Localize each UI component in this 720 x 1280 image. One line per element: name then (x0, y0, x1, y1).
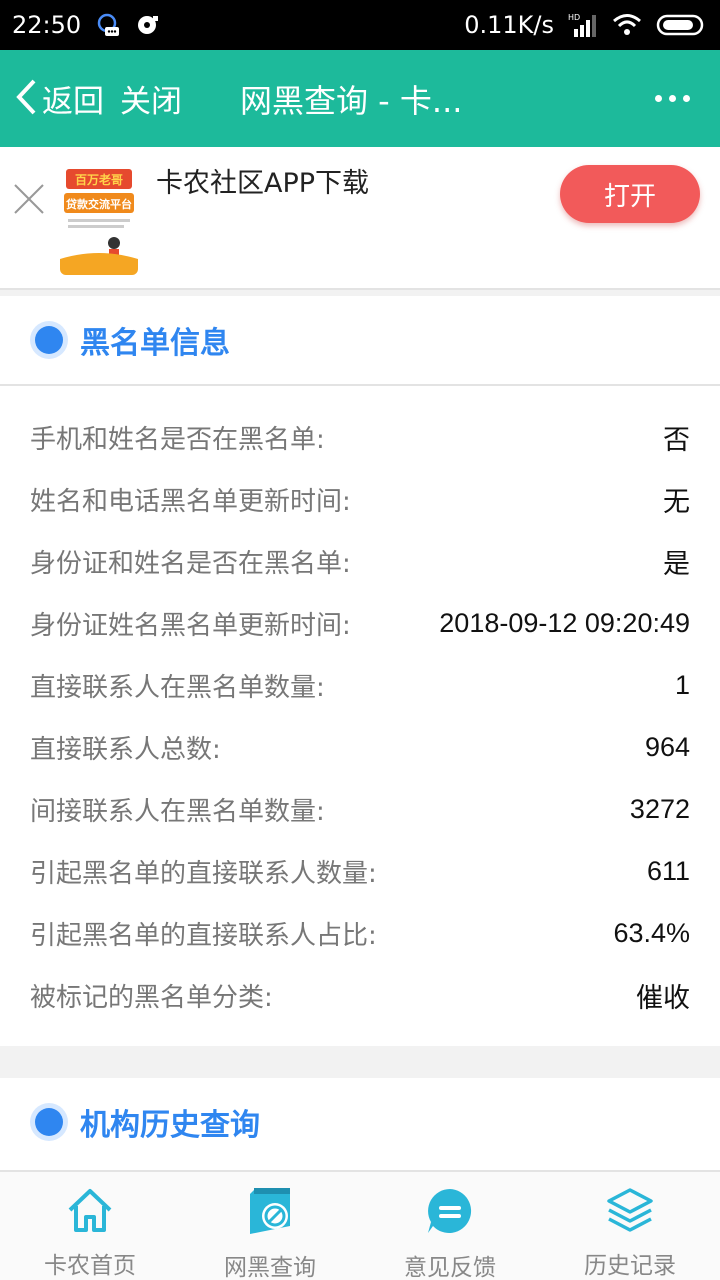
row-label: 间接联系人在黑名单数量: (30, 796, 325, 827)
logo-slogan-2: 贷款交流平台 (66, 197, 132, 211)
info-row: 身份证和姓名是否在黑名单: 是 (0, 530, 720, 592)
row-value: 964 (644, 731, 690, 762)
nav-item-blacklist-query[interactable]: 网黑查询 (180, 1172, 360, 1280)
wifi-icon (612, 13, 642, 37)
open-app-button[interactable]: 打开 (560, 165, 700, 223)
bullet-icon (30, 321, 68, 359)
signal-icon: HD (568, 11, 598, 39)
blacklist-info-card: 黑名单信息 手机和姓名是否在黑名单: 否 姓名和电话黑名单更新时间: 无 身份证和姓… (0, 296, 720, 1046)
net-speed: 0.11K/s (464, 11, 554, 39)
back-button[interactable]: 返回 (14, 76, 104, 121)
app-logo: 百万老哥 贷款交流平台 (60, 163, 138, 275)
bullet-icon (30, 1103, 68, 1141)
more-dot-icon (683, 95, 690, 102)
title-bar: 返回 关闭 网黑查询 - 卡... (0, 50, 720, 147)
info-row: 间接联系人在黑名单数量: 3272 (0, 778, 720, 840)
nav-label: 意见反馈 (404, 1255, 496, 1280)
row-label: 引起黑名单的直接联系人占比: (30, 920, 377, 951)
section-header: 机构历史查询 (0, 1078, 720, 1166)
row-value: 611 (646, 855, 690, 886)
row-value: 1 (674, 669, 690, 700)
app-download-banner: 百万老哥 贷款交流平台 卡农社区APP下载 打开 (0, 147, 720, 290)
nav-item-feedback[interactable]: 意见反馈 (360, 1172, 540, 1280)
blacklist-rows: 手机和姓名是否在黑名单: 否 姓名和电话黑名单更新时间: 无 身份证和姓名是否在黑名… (0, 386, 720, 1026)
page-title: 网黑查询 - 卡... (240, 81, 463, 120)
back-label: 返回 (42, 84, 104, 120)
row-value: 否 (663, 424, 690, 455)
info-row: 姓名和电话黑名单更新时间: 无 (0, 468, 720, 530)
row-label: 被标记的黑名单分类: (30, 982, 273, 1013)
bottom-nav: 卡农首页 网黑查询 意见反馈 历史记录 (0, 1170, 720, 1280)
nav-label: 卡农首页 (44, 1253, 136, 1279)
status-bar: 22:50 0.11K/s HD (0, 0, 720, 50)
media-icon (135, 12, 161, 38)
row-label: 引起黑名单的直接联系人数量: (30, 858, 377, 889)
row-label: 手机和姓名是否在黑名单: (30, 424, 325, 455)
row-label: 身份证和姓名是否在黑名单: (30, 548, 351, 579)
info-row: 引起黑名单的直接联系人占比: 63.4% (0, 902, 720, 964)
close-icon[interactable] (12, 182, 46, 220)
status-time: 22:50 (12, 11, 82, 39)
row-value: 63.4% (613, 917, 690, 948)
more-dot-icon (669, 95, 676, 102)
more-dot-icon (655, 95, 662, 102)
info-row: 直接联系人总数: 964 (0, 716, 720, 778)
row-value: 催收 (636, 982, 690, 1013)
nav-label: 网黑查询 (224, 1255, 316, 1280)
info-row: 手机和姓名是否在黑名单: 否 (0, 406, 720, 468)
logo-slogan-1: 百万老哥 (75, 172, 123, 187)
row-label: 姓名和电话黑名单更新时间: (30, 486, 351, 517)
home-icon (65, 1186, 115, 1234)
row-label: 身份证姓名黑名单更新时间: (30, 610, 351, 641)
section-header: 黑名单信息 (0, 296, 720, 386)
more-menu-button[interactable] (655, 50, 690, 147)
row-label: 直接联系人在黑名单数量: (30, 672, 325, 703)
info-row: 被标记的黑名单分类: 催收 (0, 964, 720, 1026)
section-title: 黑名单信息 (80, 326, 230, 361)
hd-label: HD (568, 13, 580, 22)
row-label: 直接联系人总数: (30, 734, 221, 765)
info-row: 身份证姓名黑名单更新时间: 2018-09-12 09:20:49 (0, 592, 720, 654)
close-button[interactable]: 关闭 (120, 76, 182, 121)
institution-history-card: 机构历史查询 (0, 1078, 720, 1170)
nav-item-history[interactable]: 历史记录 (540, 1172, 720, 1280)
info-row: 直接联系人在黑名单数量: 1 (0, 654, 720, 716)
battery-icon (656, 13, 706, 37)
layers-icon (605, 1186, 655, 1234)
row-value: 3272 (629, 793, 690, 824)
row-value: 无 (663, 486, 690, 517)
section-title: 机构历史查询 (80, 1108, 260, 1143)
assistant-icon (95, 12, 121, 38)
info-row: 引起黑名单的直接联系人数量: 611 (0, 840, 720, 902)
blacklist-query-icon (244, 1186, 296, 1236)
feedback-icon (425, 1186, 475, 1236)
banner-title: 卡农社区APP下载 (156, 168, 370, 199)
nav-item-home[interactable]: 卡农首页 (0, 1172, 180, 1280)
row-value: 是 (663, 548, 690, 579)
chevron-left-icon (14, 77, 38, 121)
row-value: 2018-09-12 09:20:49 (439, 607, 690, 638)
nav-label: 历史记录 (584, 1253, 676, 1279)
